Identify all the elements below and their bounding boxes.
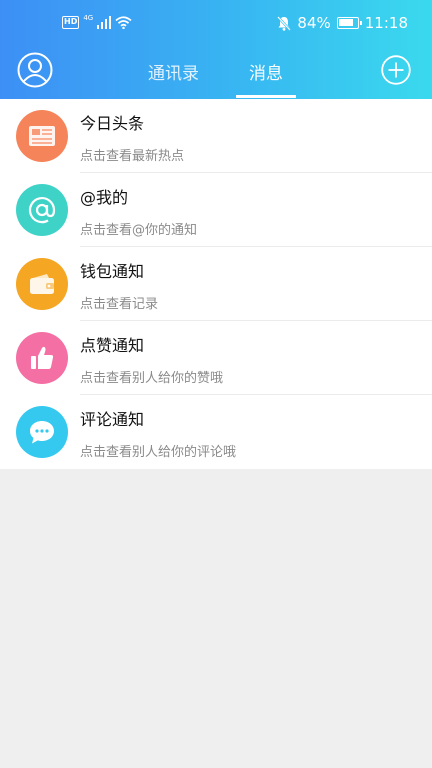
network-type: 4G	[83, 13, 94, 22]
wifi-icon	[115, 16, 132, 29]
wallet-icon	[30, 274, 54, 294]
profile-avatar-icon[interactable]	[17, 52, 53, 88]
clock-time: 11:18	[364, 14, 408, 32]
comments-avatar	[16, 406, 68, 458]
message-item-mentions[interactable]: @我的 点击查看@你的通知	[0, 173, 432, 247]
message-subtitle: 点击查看最新热点	[80, 149, 185, 164]
tab-contacts[interactable]: 通讯录	[148, 59, 199, 84]
message-item-headlines[interactable]: 今日头条 点击查看最新热点	[0, 99, 432, 173]
status-left: HD 4G	[62, 13, 132, 29]
message-subtitle: 点击查看别人给你的评论哦	[80, 445, 237, 460]
header-bar: HD 4G 84% 11:18 通讯录 消息	[0, 0, 432, 99]
wallet-avatar	[16, 258, 68, 310]
message-title: 今日头条	[80, 114, 145, 133]
message-title: @我的	[80, 188, 129, 207]
message-subtitle: 点击查看@你的通知	[80, 223, 198, 238]
battery-icon	[336, 17, 362, 29]
message-title: 钱包通知	[80, 262, 145, 281]
add-plus-icon[interactable]	[381, 55, 411, 85]
thumbs-up-icon	[31, 346, 54, 369]
message-item-comments[interactable]: 评论通知 点击查看别人给你的评论哦	[0, 395, 432, 469]
message-subtitle: 点击查看别人给你的赞哦	[80, 371, 224, 386]
headlines-avatar	[16, 110, 68, 162]
status-right: 84% 11:18	[277, 14, 408, 32]
at-sign-icon	[28, 197, 56, 224]
message-title: 评论通知	[80, 410, 145, 429]
message-item-wallet[interactable]: 钱包通知 点击查看记录	[0, 247, 432, 321]
tab-messages[interactable]: 消息	[249, 59, 283, 84]
mentions-avatar	[16, 184, 68, 236]
message-subtitle: 点击查看记录	[80, 297, 159, 312]
active-tab-indicator	[236, 95, 296, 98]
message-title: 点赞通知	[80, 336, 145, 355]
likes-avatar	[16, 332, 68, 384]
newspaper-icon	[29, 126, 55, 146]
hd-badge: HD	[62, 16, 80, 29]
signal-icon	[97, 16, 112, 29]
message-list: 今日头条 点击查看最新热点 @我的 点击查看@你的通知 钱包通知 点击查看记录	[0, 99, 432, 469]
comment-icon	[30, 421, 54, 444]
bell-muted-icon	[277, 15, 292, 31]
status-bar: HD 4G 84% 11:18	[0, 0, 432, 48]
battery-percent: 84%	[297, 14, 331, 32]
message-item-likes[interactable]: 点赞通知 点击查看别人给你的赞哦	[0, 321, 432, 395]
